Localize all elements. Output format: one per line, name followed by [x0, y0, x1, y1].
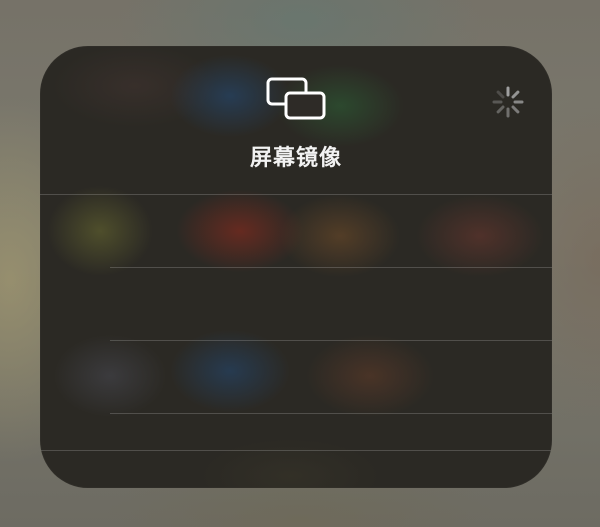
- bottom-divider: [40, 450, 552, 451]
- loading-spinner-icon: [492, 86, 524, 118]
- panel-header: 屏幕镜像: [40, 46, 552, 194]
- device-row-2[interactable]: [40, 267, 552, 339]
- screen-mirroring-icon: [266, 77, 326, 120]
- screen-mirroring-panel: 屏幕镜像: [40, 46, 552, 488]
- row-divider: [110, 413, 552, 414]
- row-divider: [110, 267, 552, 268]
- device-row-1[interactable]: [40, 194, 552, 266]
- panel-title: 屏幕镜像: [249, 146, 342, 171]
- device-row-3[interactable]: [40, 340, 552, 412]
- row-divider: [110, 340, 552, 341]
- device-list: [40, 194, 552, 488]
